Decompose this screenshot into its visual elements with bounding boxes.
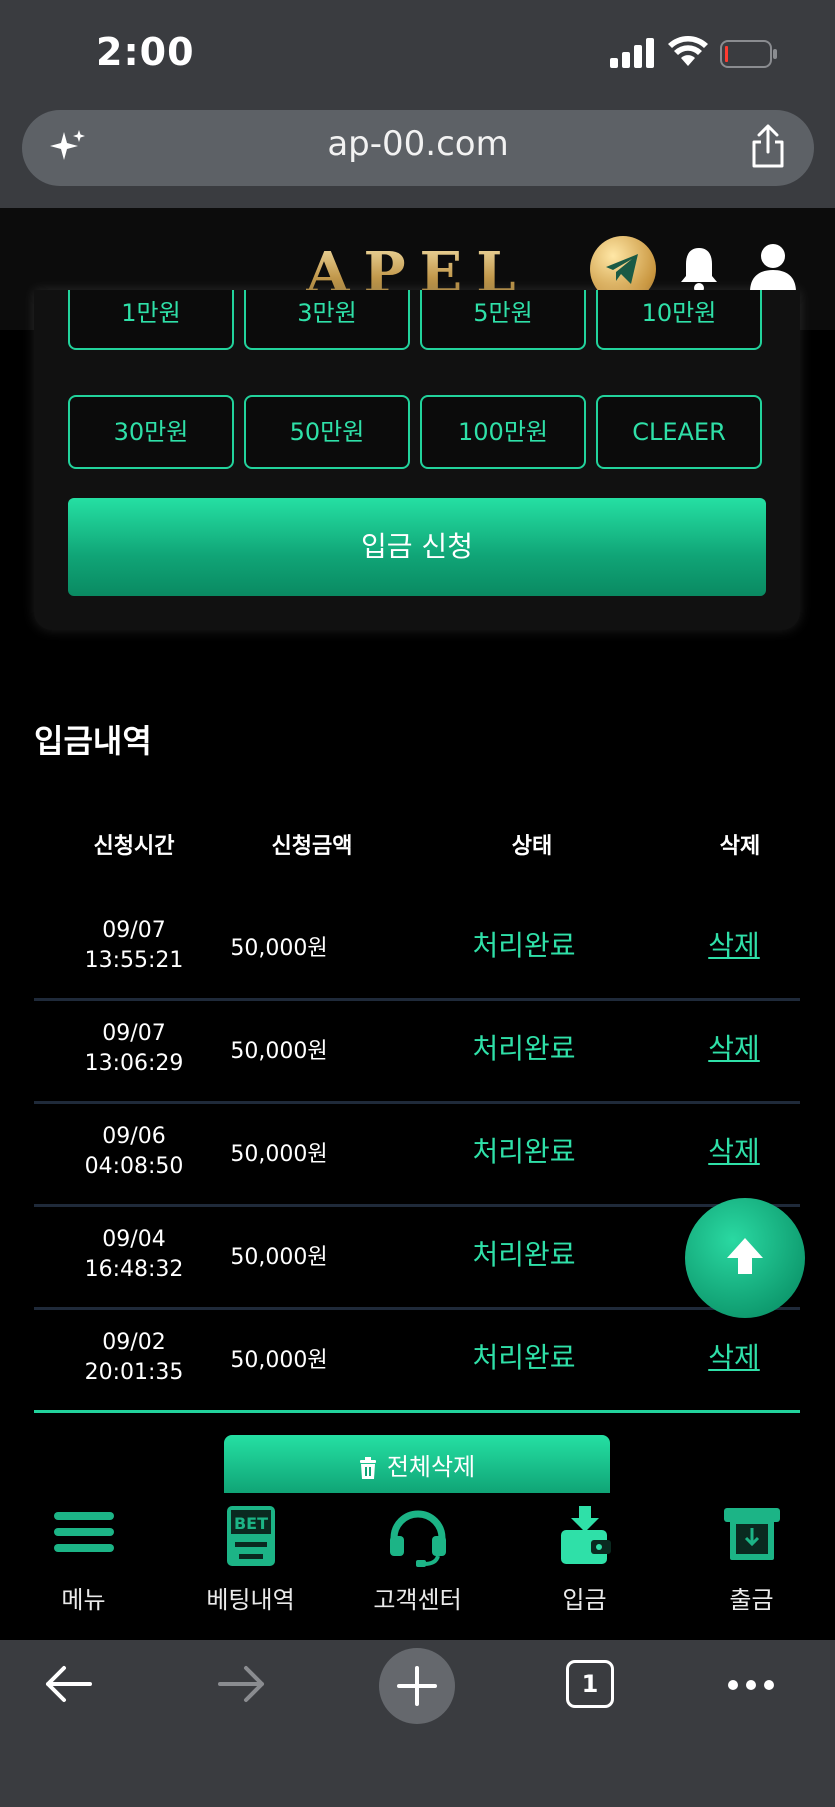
nav-label: 메뉴: [61, 1586, 106, 1614]
table-row: 09/07 13:55:21 50,000원 처리완료 삭제: [34, 896, 800, 1001]
share-icon[interactable]: [748, 124, 788, 170]
table-row: 09/07 13:06:29 50,000원 처리완료 삭제: [34, 999, 800, 1104]
request-amount: 50,000원: [230, 1245, 328, 1270]
amount-button-100k[interactable]: 10만원: [596, 290, 762, 350]
forward-icon[interactable]: [216, 1662, 268, 1706]
table-row: 09/02 20:01:35 50,000원 처리완료 삭제: [34, 1308, 800, 1413]
column-header-time: 신청시간: [93, 834, 175, 859]
bottom-nav: 메뉴 BET 베팅내역 고객센터 입금 출금: [0, 1494, 835, 1640]
deposit-apply-button[interactable]: 입금 신청: [68, 498, 766, 596]
column-header-status: 상태: [511, 834, 553, 859]
nav-customer-center[interactable]: 고객센터: [334, 1494, 501, 1640]
telegram-icon: [606, 254, 638, 284]
request-amount: 50,000원: [230, 1039, 328, 1064]
status-text: 처리완료: [472, 929, 576, 962]
amount-button-300k[interactable]: 30만원: [68, 395, 234, 469]
request-amount: 50,000원: [230, 1348, 328, 1373]
table-row: 09/06 04:08:50 50,000원 처리완료 삭제: [34, 1102, 800, 1207]
deposit-panel: 1만원 3만원 5만원 10만원 30만원 50만원 100만원 CLEAER …: [34, 290, 800, 630]
withdraw-icon: [723, 1508, 780, 1560]
headset-icon: [389, 1510, 446, 1567]
nav-menu[interactable]: 메뉴: [0, 1494, 167, 1640]
status-text: 처리완료: [472, 1032, 576, 1065]
status-text: 처리완료: [472, 1341, 576, 1374]
delete-link[interactable]: 삭제: [674, 1027, 794, 1067]
delete-link[interactable]: 삭제: [674, 1336, 794, 1376]
status-time: 2:00: [96, 30, 195, 74]
request-amount: 50,000원: [230, 1142, 328, 1167]
status-bar: 2:00: [0, 0, 835, 110]
clear-button[interactable]: CLEAER: [596, 395, 762, 469]
user-icon[interactable]: [748, 242, 798, 294]
status-text: 처리완료: [472, 1238, 576, 1271]
delete-link[interactable]: 삭제: [674, 1130, 794, 1170]
history-title: 입금내역: [34, 722, 152, 760]
delete-all-label: 전체삭제: [386, 1453, 476, 1481]
menu-icon: [53, 1512, 114, 1552]
nav-bet-history[interactable]: BET 베팅내역: [167, 1494, 334, 1640]
battery-icon: [720, 40, 777, 68]
browser-address-area: ap-00.com: [0, 110, 835, 208]
more-icon[interactable]: [726, 1678, 776, 1692]
bell-icon[interactable]: [678, 244, 720, 294]
request-amount: 50,000원: [230, 936, 328, 961]
delete-link[interactable]: 삭제: [674, 924, 794, 964]
amount-button-500k[interactable]: 50만원: [244, 395, 410, 469]
deposit-wallet-icon: [560, 1506, 611, 1564]
wifi-icon: [668, 36, 708, 66]
status-text: 처리완료: [472, 1135, 576, 1168]
trash-icon: [359, 1457, 376, 1479]
column-header-amount: 신청금액: [271, 834, 353, 859]
amount-button-1m[interactable]: 100만원: [420, 395, 586, 469]
amount-button-50k[interactable]: 5만원: [420, 290, 586, 350]
signal-icon: [610, 38, 654, 68]
nav-label: 입금: [562, 1586, 607, 1614]
url-text[interactable]: ap-00.com: [22, 124, 814, 164]
tab-count-button[interactable]: 1: [566, 1660, 614, 1708]
amount-button-30k[interactable]: 3만원: [244, 290, 410, 350]
svg-text:BET: BET: [233, 1514, 267, 1533]
scroll-to-top-button[interactable]: [685, 1198, 805, 1318]
nav-withdraw[interactable]: 출금: [668, 1494, 835, 1640]
plus-icon: [397, 1666, 437, 1706]
address-bar[interactable]: ap-00.com: [22, 110, 814, 186]
delete-all-button[interactable]: 전체삭제: [224, 1435, 610, 1493]
new-tab-button[interactable]: [379, 1648, 455, 1724]
arrow-up-icon: [727, 1238, 763, 1274]
nav-label: 베팅내역: [206, 1586, 295, 1614]
nav-label: 고객센터: [373, 1586, 462, 1614]
column-header-delete: 삭제: [719, 834, 761, 859]
back-icon[interactable]: [42, 1662, 94, 1706]
nav-deposit[interactable]: 입금: [501, 1494, 668, 1640]
amount-button-10k[interactable]: 1만원: [68, 290, 234, 350]
browser-toolbar: 1: [0, 1640, 835, 1807]
bet-history-icon: BET: [226, 1506, 275, 1566]
nav-label: 출금: [729, 1586, 774, 1614]
